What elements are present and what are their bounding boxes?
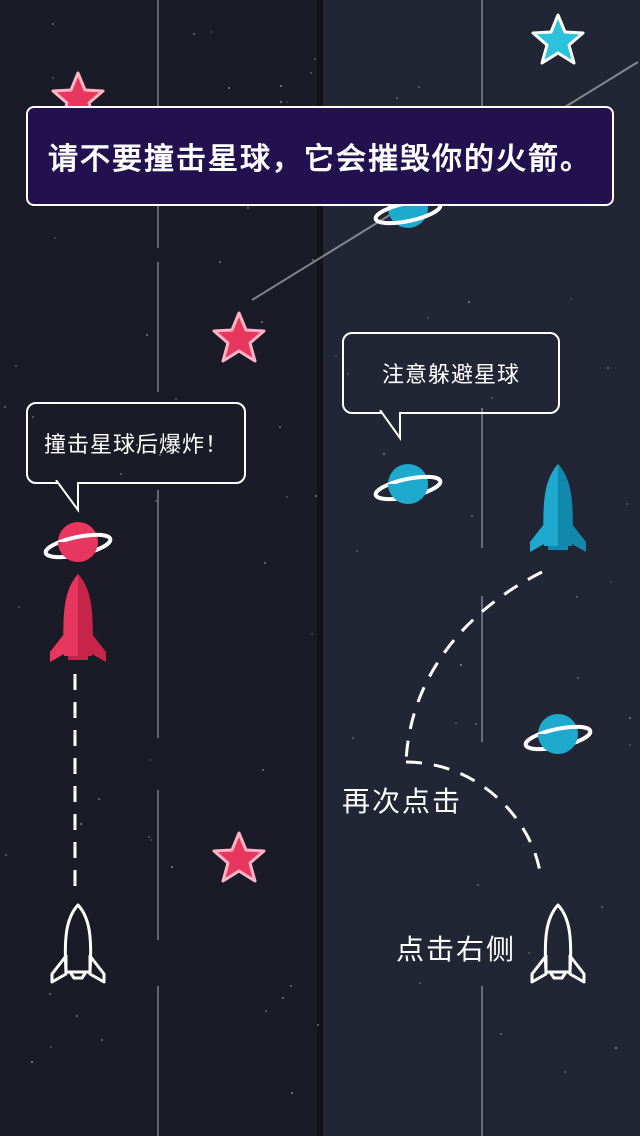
background-star-dot (146, 334, 148, 336)
background-star-dot (576, 596, 578, 598)
background-star-dot (49, 993, 51, 995)
background-star-dot (286, 496, 288, 498)
background-star-dot (419, 982, 421, 984)
rocket-outline-icon (530, 903, 586, 984)
tap-right-hint: 点击右侧 (396, 933, 517, 966)
background-star-dot (291, 1092, 293, 1094)
background-star-dot (149, 759, 151, 761)
background-star-dot (50, 1046, 52, 1048)
background-star-dot (626, 503, 628, 505)
background-star-dot (577, 677, 579, 679)
background-star-dot (352, 737, 354, 739)
background-star-dot (317, 1024, 319, 1026)
instruction-banner: 请不要撞击星球，它会摧毁你的火箭。 (26, 106, 614, 206)
rocket-icon (530, 464, 586, 552)
background-star-dot (265, 1010, 267, 1012)
background-star-dot (76, 1015, 78, 1017)
dashed-curve-path (404, 570, 543, 873)
background-star-dot (219, 261, 221, 263)
planet-icon (373, 464, 443, 504)
background-star-dot (150, 839, 152, 841)
background-star-dot (31, 1061, 33, 1063)
background-star-dot (52, 23, 54, 25)
bubble-tail (379, 410, 401, 442)
background-star-dot (477, 884, 479, 886)
crash-speech-bubble: 撞击星球后爆炸！ (26, 402, 246, 514)
background-star-dot (290, 985, 292, 987)
rocket-outline-icon (50, 903, 106, 984)
background-star-dot (471, 515, 473, 517)
planet-icon (43, 522, 113, 562)
background-star-dot (247, 207, 249, 209)
background-star-dot (18, 606, 20, 608)
dashed-path (73, 674, 77, 890)
background-star-dot (171, 866, 173, 868)
background-star-dot (315, 495, 317, 497)
background-star-dot (629, 744, 631, 746)
background-star-dot (427, 317, 429, 319)
background-star-dot (356, 550, 358, 552)
rocket-icon (50, 574, 106, 662)
background-star-dot (264, 562, 266, 564)
background-star-dot (610, 581, 612, 583)
background-star-dot (311, 633, 313, 635)
star-icon (212, 311, 266, 363)
background-star-dot (629, 717, 631, 719)
background-star-dot (98, 798, 100, 800)
bubble-tail (55, 480, 79, 514)
background-star-dot (101, 1039, 103, 1041)
background-star-dot (500, 1033, 502, 1035)
background-star-dot (282, 997, 284, 999)
background-star-dot (564, 1071, 566, 1073)
background-star-dot (601, 906, 603, 908)
background-star-dot (383, 453, 385, 455)
tap-again-hint: 再次点击 (342, 785, 463, 818)
background-star-dot (54, 237, 56, 239)
background-star-dot (279, 426, 281, 428)
background-star-dot (155, 500, 157, 502)
star-icon (212, 831, 266, 883)
background-star-dot (148, 836, 150, 838)
background-star-dot (228, 87, 230, 89)
instruction-text: 请不要撞击星球，它会摧毁你的火箭。 (48, 142, 592, 177)
avoid-bubble-text: 注意躲避星球 (381, 363, 520, 388)
background-star-dot (615, 1047, 617, 1049)
avoid-speech-bubble: 注意躲避星球 (342, 332, 560, 442)
background-star-dot (262, 769, 264, 771)
background-star-dot (80, 823, 82, 825)
star-icon (531, 13, 585, 65)
background-star-dot (193, 33, 195, 35)
background-star-dot (175, 398, 177, 400)
background-star-dot (5, 854, 7, 856)
background-star-dot (607, 367, 609, 369)
background-star-dot (210, 31, 212, 33)
background-star-dot (4, 406, 6, 408)
background-star-dot (15, 365, 17, 367)
background-star-dot (335, 355, 337, 357)
crash-bubble-text: 撞击星球后爆炸！ (43, 433, 228, 458)
